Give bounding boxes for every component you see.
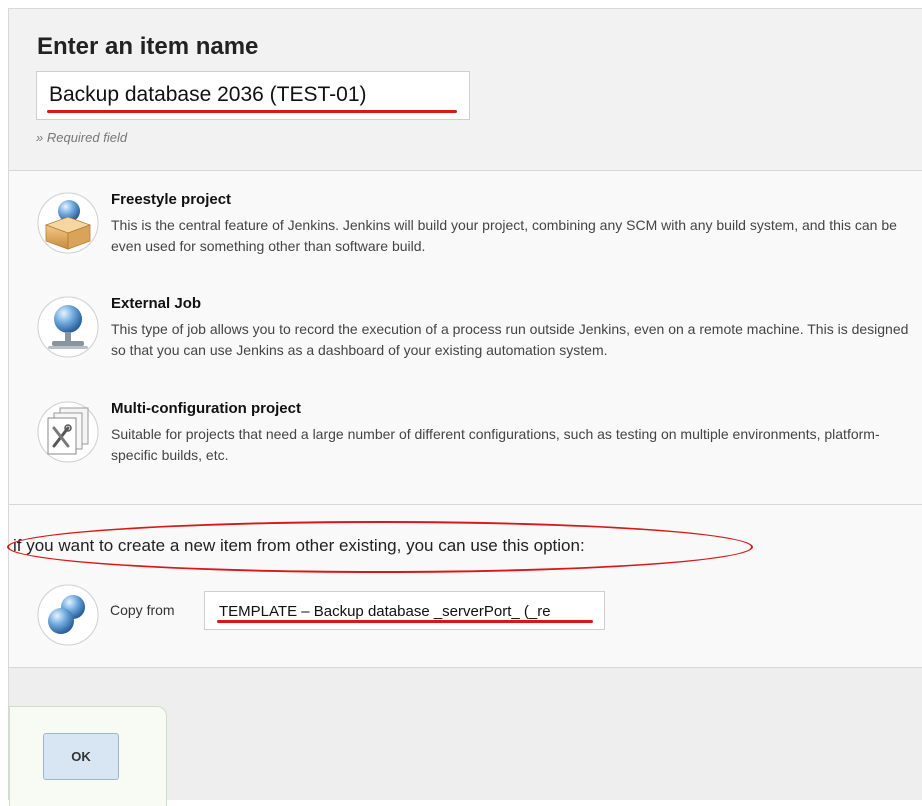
copy-item-icon — [37, 584, 99, 646]
copy-from-section: if you want to create a new item from ot… — [7, 505, 922, 668]
job-type-description: Suitable for projects that need a large … — [111, 426, 880, 463]
bottom-sticker: OK — [9, 706, 167, 806]
external-monitor-icon — [37, 296, 99, 358]
freestyle-box-icon — [37, 192, 99, 254]
multi-config-icon — [37, 401, 99, 463]
hint-red-ellipse — [7, 521, 753, 573]
page-title: Enter an item name — [37, 33, 259, 60]
item-name-red-underline — [47, 110, 457, 113]
job-type-freestyle[interactable]: Freestyle project This is the central fe… — [9, 191, 922, 286]
copy-from-label: Copy from — [110, 602, 175, 618]
footer-section: OK — [8, 668, 922, 806]
job-type-external-job[interactable]: External Job This type of job allows you… — [9, 295, 922, 390]
item-name-section: Enter an item name » Required field — [8, 8, 922, 171]
copy-from-red-underline — [217, 620, 593, 623]
required-field-note: » Required field — [36, 130, 128, 145]
job-type-title: Multi-configuration project — [111, 400, 301, 417]
job-type-list: Freestyle project This is the central fe… — [8, 171, 922, 505]
job-type-description: This is the central feature of Jenkins. … — [111, 217, 897, 254]
item-name-field[interactable] — [36, 71, 470, 120]
copy-from-input[interactable] — [219, 601, 591, 621]
job-type-title: External Job — [111, 295, 202, 312]
job-type-description: This type of job allows you to record th… — [111, 321, 909, 358]
job-type-multi-configuration[interactable]: Multi-configuration project Suitable for… — [9, 400, 922, 495]
item-name-input[interactable] — [49, 81, 459, 109]
ok-button[interactable]: OK — [43, 733, 119, 780]
copy-from-field[interactable] — [204, 591, 605, 630]
job-type-title: Freestyle project — [111, 191, 232, 208]
